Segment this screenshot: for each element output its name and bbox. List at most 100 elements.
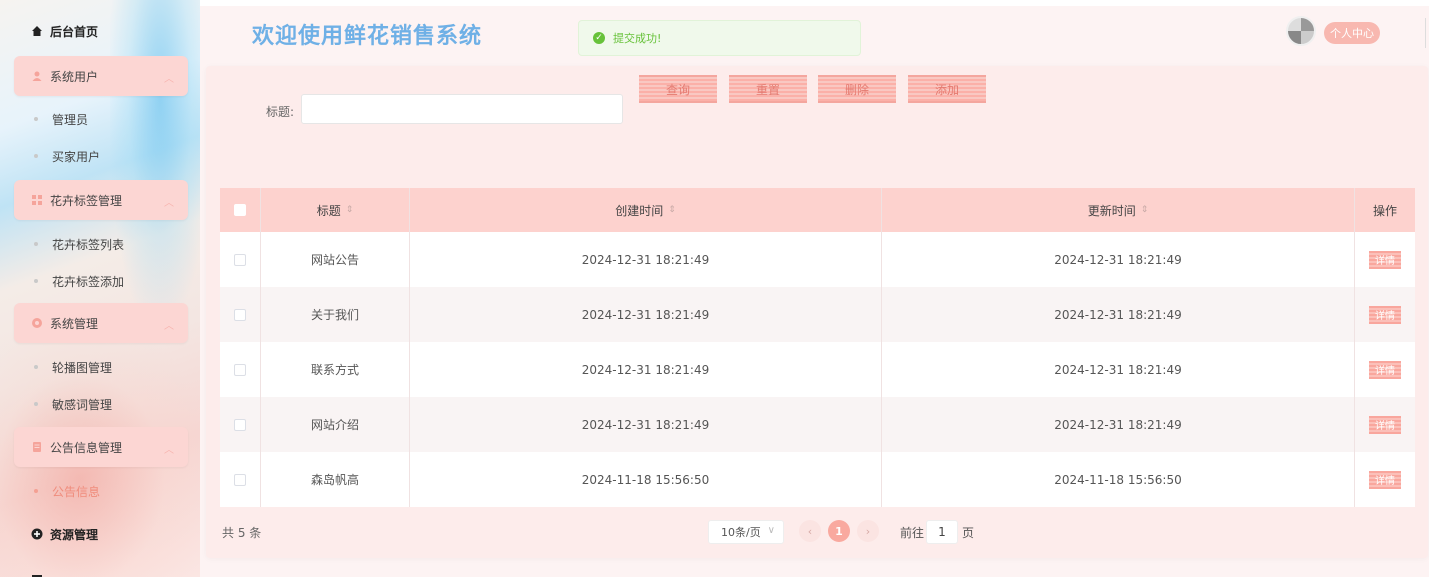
table-row: 森岛帆高 2024-11-18 15:56:50 2024-11-18 15:5… — [220, 452, 1415, 507]
sidebar-item-resources[interactable]: 资源管理 — [14, 514, 188, 554]
bullet-icon — [34, 154, 38, 158]
home-icon — [30, 24, 44, 38]
table-row: 关于我们 2024-12-31 18:21:49 2024-12-31 18:2… — [220, 287, 1415, 342]
created-cell: 2024-12-31 18:21:49 — [410, 342, 882, 397]
title-search-input[interactable] — [301, 94, 623, 124]
updated-cell: 2024-12-31 18:21:49 — [882, 342, 1355, 397]
chevron-up-icon: ︿ — [164, 321, 174, 332]
page-size-select[interactable]: 10条/页 ∨ — [708, 520, 784, 544]
sidebar-group-users[interactable]: 系统用户 ︿ — [14, 56, 188, 96]
created-cell: 2024-11-18 15:56:50 — [410, 452, 882, 507]
sidebar-item-label: 轮播图管理 — [52, 360, 113, 375]
checkbox-cell — [220, 232, 261, 287]
select-all-checkbox[interactable] — [234, 204, 246, 216]
header-created[interactable]: 创建时间 ⇕ — [410, 188, 882, 232]
title-cell: 联系方式 — [261, 342, 410, 397]
row-checkbox[interactable] — [234, 473, 246, 486]
reset-button[interactable]: 重置 — [729, 75, 807, 103]
square-icon — [30, 573, 44, 577]
sidebar-item-label: 公告信息 — [52, 484, 101, 499]
prev-page-button[interactable]: ‹ — [799, 520, 821, 542]
column-label: 更新时间 — [1087, 203, 1136, 218]
sidebar-item-notice-info[interactable]: 公告信息 — [14, 476, 188, 506]
page-number-button[interactable]: 1 — [828, 520, 850, 542]
header-checkbox-cell — [220, 188, 261, 232]
detail-button[interactable]: 详情 — [1369, 470, 1401, 489]
gear-icon — [30, 316, 44, 330]
next-page-button[interactable]: › — [857, 520, 879, 542]
sort-icon[interactable]: ⇕ — [668, 205, 676, 215]
grid-icon — [30, 193, 44, 207]
sidebar-group-flower-tags[interactable]: 花卉标签管理 ︿ — [14, 180, 188, 220]
notice-table: 标题 ⇕ 创建时间 ⇕ 更新时间 ⇕ 操作 网站公告 2024-12-31 18:21… — [220, 188, 1415, 507]
sidebar-item-carousel[interactable]: 轮播图管理 — [14, 352, 188, 382]
detail-button[interactable]: 详情 — [1369, 305, 1401, 324]
sidebar-item-label: 后台首页 — [50, 24, 99, 39]
action-cell: 详情 — [1355, 342, 1415, 397]
user-icon — [30, 69, 44, 83]
sidebar-group-system[interactable]: 系统管理 ︿ — [14, 303, 188, 343]
table-row: 联系方式 2024-12-31 18:21:49 2024-12-31 18:2… — [220, 342, 1415, 397]
column-label: 操作 — [1372, 203, 1397, 218]
sidebar-item-home[interactable]: 后台首页 — [14, 11, 188, 51]
profile-button[interactable]: 个人中心 — [1324, 22, 1380, 44]
sidebar-item-partial[interactable] — [14, 560, 188, 577]
goto-label: 前往 — [900, 526, 925, 540]
sidebar-item-admin[interactable]: 管理员 — [14, 104, 188, 134]
row-checkbox[interactable] — [234, 363, 246, 376]
column-label: 创建时间 — [615, 203, 664, 218]
header-updated[interactable]: 更新时间 ⇕ — [882, 188, 1355, 232]
detail-button[interactable]: 详情 — [1369, 360, 1401, 379]
row-checkbox[interactable] — [234, 308, 246, 321]
detail-button[interactable]: 详情 — [1369, 250, 1401, 269]
updated-cell: 2024-12-31 18:21:49 — [882, 232, 1355, 287]
page-size-value: 10条/页 — [721, 526, 761, 539]
updated-cell: 2024-11-18 15:56:50 — [882, 452, 1355, 507]
detail-button[interactable]: 详情 — [1369, 415, 1401, 434]
add-button[interactable]: 添加 — [908, 75, 986, 103]
search-label: 标题: — [266, 105, 295, 119]
bullet-icon — [34, 279, 38, 283]
document-icon — [30, 440, 44, 454]
check-circle-icon: ✓ — [593, 32, 605, 44]
sidebar-item-sensitive-words[interactable]: 敏感词管理 — [14, 389, 188, 419]
page-title: 欢迎使用鲜花销售系统 — [252, 24, 483, 49]
avatar[interactable] — [1286, 16, 1316, 46]
sidebar: 后台首页 系统用户 ︿ 管理员 买家用户 花卉标签管理 ︿ 花卉标签列表 花卉标… — [0, 0, 200, 577]
row-checkbox[interactable] — [234, 253, 246, 266]
action-cell: 详情 — [1355, 232, 1415, 287]
sidebar-group-label: 系统管理 — [50, 316, 99, 331]
bullet-icon — [34, 402, 38, 406]
title-cell: 关于我们 — [261, 287, 410, 342]
checkbox-cell — [220, 452, 261, 507]
created-cell: 2024-12-31 18:21:49 — [410, 232, 882, 287]
total-count: 共 5 条 — [222, 526, 262, 540]
sidebar-item-label: 买家用户 — [52, 149, 101, 164]
sidebar-group-label: 系统用户 — [50, 69, 99, 84]
sidebar-group-notices[interactable]: 公告信息管理 ︿ — [14, 427, 188, 467]
plus-circle-icon — [30, 527, 44, 541]
sort-icon[interactable]: ⇕ — [1141, 205, 1149, 215]
title-cell: 网站公告 — [261, 232, 410, 287]
sidebar-item-label: 花卉标签列表 — [52, 237, 125, 252]
sidebar-item-label: 花卉标签添加 — [52, 274, 125, 289]
updated-cell: 2024-12-31 18:21:49 — [882, 287, 1355, 342]
goto-page-input[interactable]: 1 — [926, 520, 958, 544]
query-button[interactable]: 查询 — [639, 75, 717, 103]
sort-icon[interactable]: ⇕ — [346, 205, 354, 215]
sidebar-item-buyers[interactable]: 买家用户 — [14, 141, 188, 171]
chevron-down-icon: ∨ — [767, 525, 775, 536]
sidebar-item-tag-list[interactable]: 花卉标签列表 — [14, 229, 188, 259]
sidebar-item-label: 敏感词管理 — [52, 397, 113, 412]
header-title[interactable]: 标题 ⇕ — [261, 188, 410, 232]
page-unit-label: 页 — [962, 526, 975, 540]
sidebar-group-label: 公告信息管理 — [50, 440, 123, 455]
header-actions: 操作 — [1355, 188, 1415, 232]
delete-button[interactable]: 删除 — [818, 75, 896, 103]
row-checkbox[interactable] — [234, 418, 246, 431]
title-cell: 森岛帆高 — [261, 452, 410, 507]
toast-message: 提交成功! — [613, 32, 662, 45]
bullet-icon — [34, 117, 38, 121]
chevron-up-icon: ︿ — [164, 445, 174, 456]
sidebar-item-tag-add[interactable]: 花卉标签添加 — [14, 266, 188, 296]
